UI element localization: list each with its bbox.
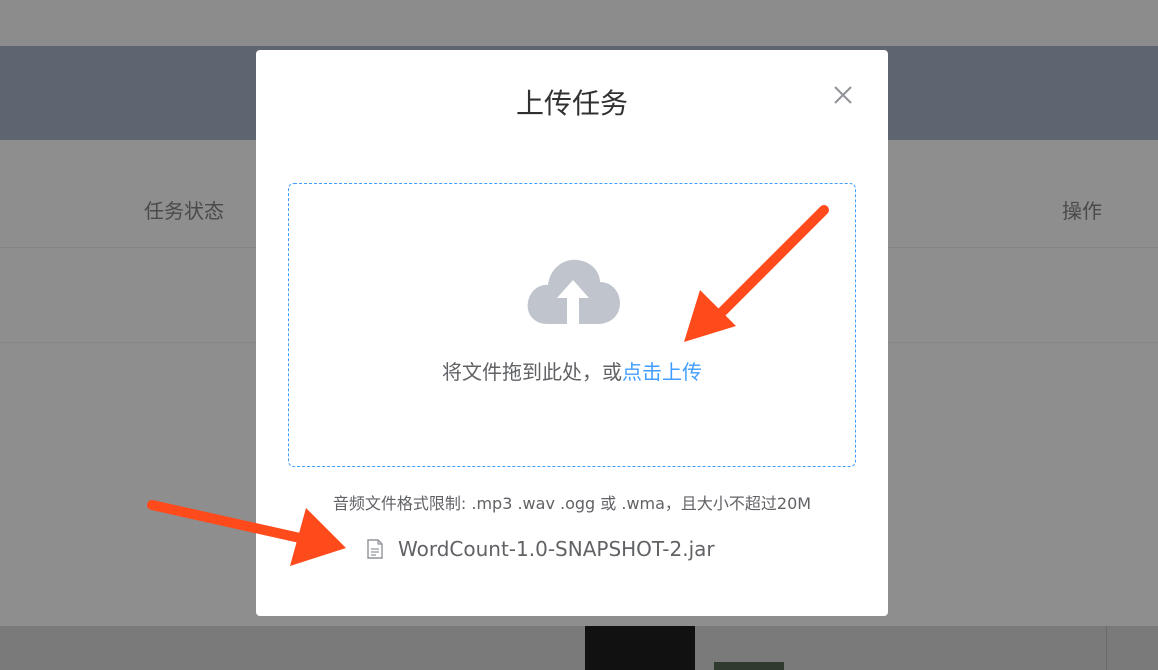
upload-instruction: 将文件拖到此处，或点击上传 <box>289 356 855 385</box>
thumbnail-image <box>714 662 784 670</box>
thumbnail-image <box>585 626 695 670</box>
dialog-title: 上传任务 <box>515 87 628 120</box>
bottom-strip <box>0 626 1158 670</box>
column-header-action: 操作 <box>1062 199 1102 223</box>
upload-dropzone[interactable]: 将文件拖到此处，或点击上传 <box>288 183 856 467</box>
divider <box>1106 626 1107 670</box>
document-icon <box>367 539 383 559</box>
column-header-status: 任务状态 <box>144 199 224 223</box>
file-list-item[interactable]: WordCount-1.0-SNAPSHOT-2.jar <box>366 535 715 563</box>
upload-tip: 音频文件格式限制: .mp3 .wav .ogg 或 .wma，且大小不超过20… <box>332 494 812 513</box>
file-name: WordCount-1.0-SNAPSHOT-2.jar <box>398 537 715 561</box>
upload-dialog: 上传任务 将文件拖到此处，或点击上传 音频文件格式限制: .mp3 .wav .… <box>256 50 888 616</box>
click-upload-link[interactable]: 点击上传 <box>622 360 702 384</box>
close-icon <box>834 86 852 104</box>
drag-text: 将文件拖到此处，或 <box>442 360 622 384</box>
cloud-upload-icon <box>527 259 620 324</box>
close-button[interactable] <box>834 86 852 104</box>
